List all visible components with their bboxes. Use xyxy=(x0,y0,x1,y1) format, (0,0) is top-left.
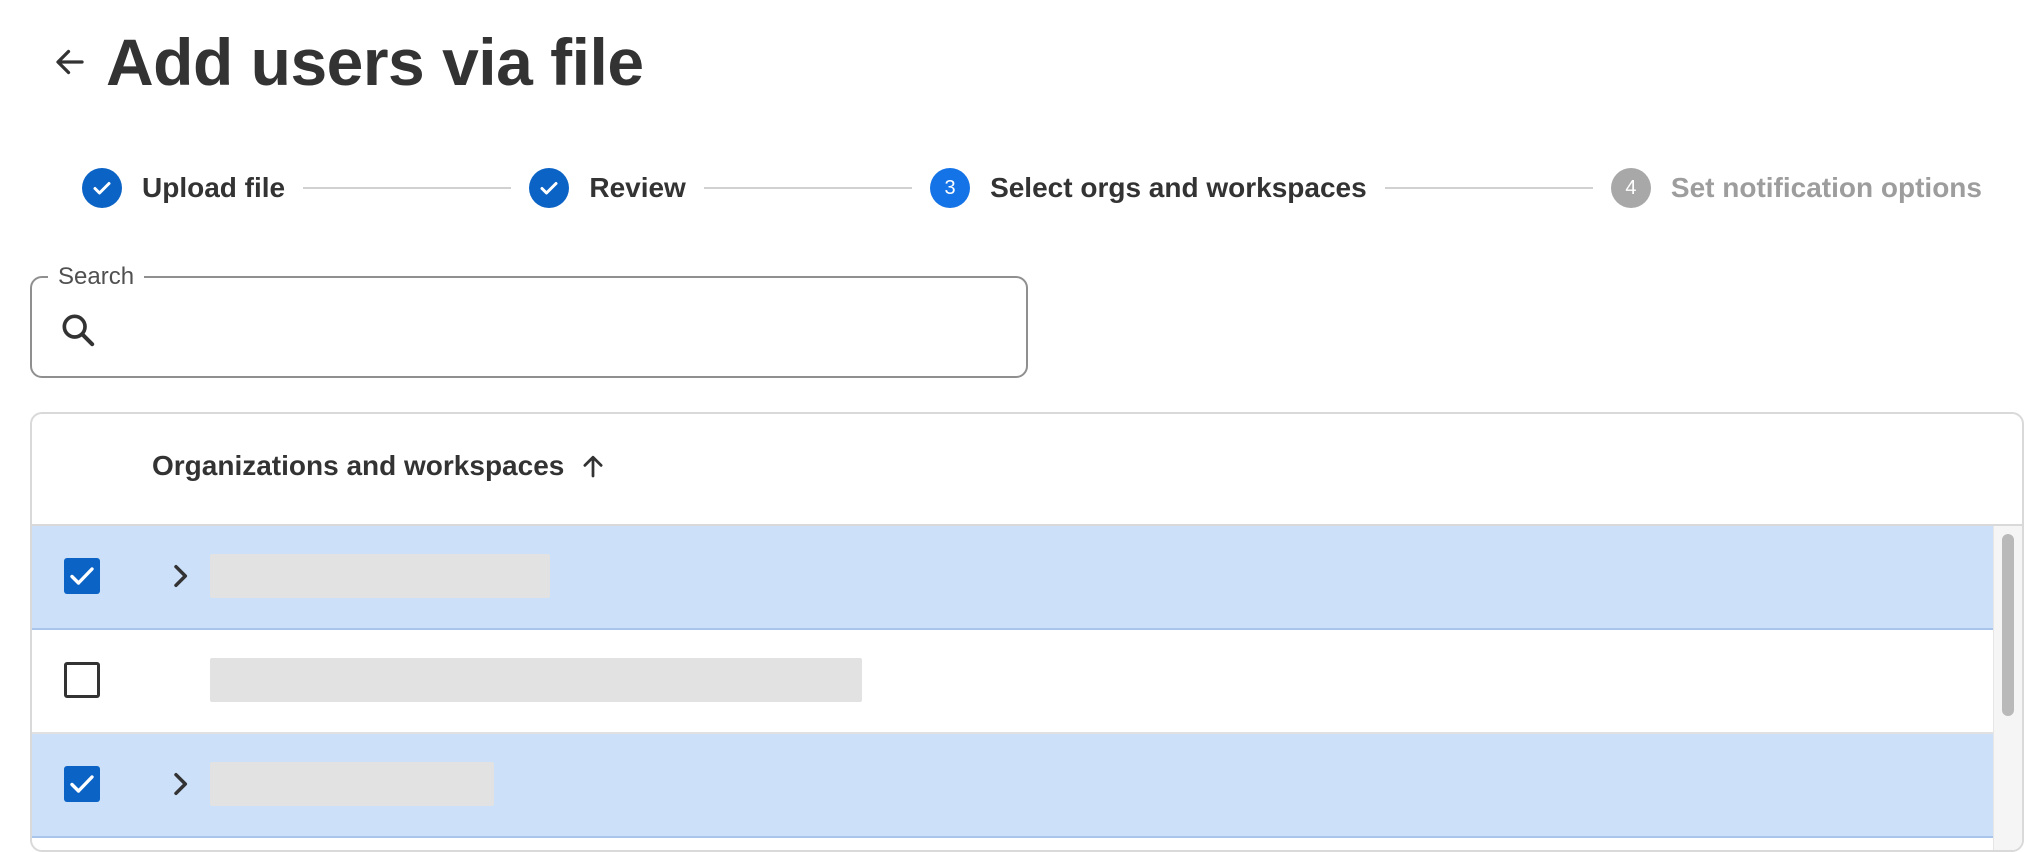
step-notification-options: 4 Set notification options xyxy=(1610,168,1982,208)
step-connector xyxy=(703,187,913,189)
step-label: Upload file xyxy=(142,172,286,203)
table-row[interactable] xyxy=(32,630,1998,734)
page-header: Add users via file xyxy=(48,14,644,110)
checkmark-icon xyxy=(540,182,558,195)
table-row[interactable] xyxy=(32,734,1998,838)
arrow-left-icon xyxy=(56,49,84,75)
step-connector xyxy=(1384,187,1593,189)
table-header: Organizations and workspaces xyxy=(32,414,2022,526)
step-complete-indicator xyxy=(529,168,570,208)
step-label: Select orgs and workspaces xyxy=(990,172,1367,203)
step-label: Review xyxy=(589,172,686,203)
table-scrollbar[interactable] xyxy=(1993,526,2022,850)
chevron-right-icon[interactable] xyxy=(164,560,196,592)
scrollbar-thumb[interactable] xyxy=(2002,534,2014,716)
step-complete-indicator xyxy=(82,168,122,208)
search-field: Search xyxy=(30,262,1028,378)
redacted-row-name xyxy=(210,554,550,598)
step-number-badge: 3 xyxy=(930,168,971,208)
step-review: Review xyxy=(529,168,686,208)
step-select-orgs: 3 Select orgs and workspaces xyxy=(930,168,1367,208)
search-input[interactable] xyxy=(118,298,1002,360)
step-connector xyxy=(303,187,512,189)
table-body xyxy=(32,526,1998,838)
row-checkbox[interactable] xyxy=(64,766,100,802)
search-icon xyxy=(62,314,95,347)
table-row[interactable] xyxy=(32,526,1998,630)
column-header-orgs-workspaces[interactable]: Organizations and workspaces xyxy=(152,450,608,482)
step-number-badge: 4 xyxy=(1610,168,1651,208)
step-upload-file: Upload file xyxy=(82,168,285,208)
redacted-row-name xyxy=(210,762,494,806)
row-checkbox[interactable] xyxy=(64,662,100,698)
step-label: Set notification options xyxy=(1670,172,1982,203)
redacted-row-name xyxy=(210,658,862,702)
arrow-up-icon xyxy=(583,455,603,478)
column-header-label: Organizations and workspaces xyxy=(152,450,565,481)
checkmark-icon xyxy=(93,182,111,195)
chevron-right-icon[interactable] xyxy=(164,768,196,800)
checkmark-icon xyxy=(70,775,94,793)
orgs-workspaces-table: Organizations and workspaces xyxy=(30,412,2024,852)
checkmark-icon xyxy=(70,567,94,585)
stepper: Upload file Review 3 Select orgs and wor… xyxy=(82,166,1982,210)
back-button[interactable] xyxy=(48,40,92,84)
page-title: Add users via file xyxy=(106,25,644,99)
search-label: Search xyxy=(48,262,145,292)
row-checkbox[interactable] xyxy=(64,558,100,594)
